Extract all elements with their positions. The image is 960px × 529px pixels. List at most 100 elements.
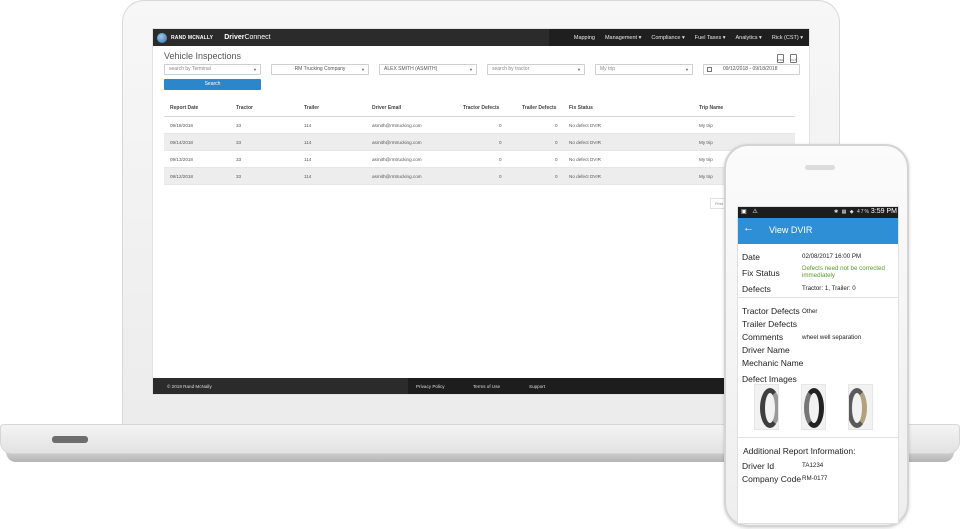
cell-fix-status: No defect DVIR (569, 157, 601, 162)
cell-trailer-defects: 0 (555, 157, 558, 162)
cell-trip-name: My trip (699, 123, 713, 128)
calendar-icon (707, 67, 712, 72)
cell-report-date: 09/14/2018 (170, 140, 193, 145)
app-title: View DVIR (769, 225, 813, 235)
phone-device: ▣ ⚠ ✱ ▦ ◆ 47% 3:59 PM ← View DVIR Date 0… (724, 144, 909, 527)
terms-of-use-link[interactable]: Terms of Use (473, 378, 500, 394)
table-row[interactable]: 09/13/2018 33 114 asmith@rmtrucking.com … (164, 151, 795, 168)
company-code-value: RM-0177 (802, 475, 828, 482)
search-button[interactable]: Search (164, 79, 261, 90)
product-name: DriverConnect (224, 34, 271, 41)
page-footer: © 2018 Rand McNally Privacy Policy Terms… (153, 378, 809, 394)
top-navbar: RAND MCNALLY DriverConnect Mapping Manag… (153, 29, 809, 46)
cell-tractor: 33 (236, 174, 242, 179)
defects-label: Defects (742, 284, 771, 294)
cell-fix-status: No defect DVIR (569, 123, 601, 128)
cell-driver-email: asmith@rmtrucking.com (372, 174, 422, 179)
comments-label: Comments (742, 332, 784, 342)
header-fix-status[interactable]: Fix Status (569, 99, 593, 117)
brand-logo[interactable]: RAND MCNALLY DriverConnect (157, 32, 271, 43)
date-label: Date (742, 252, 760, 262)
cell-driver-email: asmith@rmtrucking.com (372, 157, 422, 162)
privacy-policy-link[interactable]: Privacy Policy (416, 378, 445, 394)
cell-tractor: 33 (236, 157, 242, 162)
back-arrow-icon[interactable]: ← (743, 222, 754, 234)
cell-fix-status: No defect DVIR (569, 174, 601, 179)
tractor-defects-label: Tractor Defects (742, 306, 800, 316)
nav-management[interactable]: Management ▾ (605, 35, 641, 41)
globe-icon (157, 32, 167, 43)
signal-wifi-icons: ✱ ▦ ◆ 47% (834, 209, 870, 215)
fix-status-value: Defects need not be corrected immediatel… (802, 265, 885, 279)
chevron-down-icon: ▼ (685, 67, 689, 72)
trip-select[interactable]: My trip ▼ (595, 64, 693, 75)
company-select[interactable]: RM Trucking Company ▼ (271, 64, 369, 75)
cell-tractor-defects: 0 (499, 123, 502, 128)
nav-fuel-taxes[interactable]: Fuel Taxes ▾ (695, 35, 726, 41)
date-value: 02/08/2017 16:00 PM (802, 253, 862, 260)
excel-icon[interactable]: XLS (790, 54, 797, 63)
defect-image-thumbnail[interactable] (848, 384, 873, 430)
cell-trip-name: My trip (699, 174, 713, 179)
cell-report-date: 09/18/2018 (170, 123, 193, 128)
cell-trip-name: My trip (699, 157, 713, 162)
cell-trailer: 114 (304, 140, 312, 145)
nav-user-menu[interactable]: Rick (CST) ▾ (772, 35, 803, 41)
header-trailer-defects[interactable]: Trailer Defects (522, 99, 556, 117)
header-report-date[interactable]: Report Date (170, 99, 198, 117)
terminal-select[interactable]: search by Terminal ▼ (164, 64, 261, 75)
table-row[interactable]: 09/18/2018 33 114 asmith@rmtrucking.com … (164, 117, 795, 134)
phone-speaker (805, 165, 835, 170)
nav-analytics[interactable]: Analytics ▾ (736, 35, 762, 41)
support-link[interactable]: Support (529, 378, 545, 394)
tractor-defects-value: Other (802, 308, 818, 315)
driver-id-label: Driver Id (742, 461, 775, 471)
app-bar: ← View DVIR (738, 218, 898, 244)
defects-value: Tractor: 1, Trailer: 0 (802, 285, 856, 292)
cell-trailer-defects: 0 (555, 123, 558, 128)
cell-report-date: 09/12/2018 (170, 174, 193, 179)
cell-tractor-defects: 0 (499, 140, 502, 145)
cell-trailer: 114 (304, 123, 312, 128)
cell-driver-email: asmith@rmtrucking.com (372, 123, 422, 128)
pdf-icon[interactable]: PDF (777, 54, 784, 63)
driver-name-label: Driver Name (742, 345, 790, 355)
phone-status-bar: ▣ ⚠ ✱ ▦ ◆ 47% 3:59 PM (738, 207, 898, 218)
defect-images-label: Defect Images (742, 374, 797, 384)
laptop-screen: RAND MCNALLY DriverConnect Mapping Manag… (152, 28, 810, 395)
header-driver-email[interactable]: Driver Email (372, 99, 401, 117)
driver-select[interactable]: ALEX SMITH (ASMITH) ▼ (379, 64, 477, 75)
header-trailer[interactable]: Trailer (304, 99, 319, 117)
table-header: Report Date Tractor Trailer Driver Email… (164, 99, 795, 117)
comments-value: wheel well separation (802, 334, 862, 341)
chevron-down-icon: ▼ (253, 67, 257, 72)
defect-image-thumbnail[interactable] (754, 384, 779, 430)
divider (738, 437, 898, 438)
table-row[interactable]: 09/12/2018 33 114 asmith@rmtrucking.com … (164, 168, 795, 185)
chevron-down-icon: ▼ (469, 67, 473, 72)
phone-screen: ▣ ⚠ ✱ ▦ ◆ 47% 3:59 PM ← View DVIR Date 0… (737, 206, 899, 524)
header-tractor-defects[interactable]: Tractor Defects (463, 99, 499, 117)
defect-image-thumbnail[interactable] (801, 384, 826, 430)
table-row[interactable]: 09/14/2018 33 114 asmith@rmtrucking.com … (164, 134, 795, 151)
cell-tractor-defects: 0 (499, 174, 502, 179)
additional-info-heading: Additional Report Information: (743, 446, 856, 456)
nav-compliance[interactable]: Compliance ▾ (651, 35, 684, 41)
tractor-select[interactable]: search by tractor ▼ (487, 64, 585, 75)
chevron-down-icon: ▼ (577, 67, 581, 72)
divider (738, 297, 898, 298)
notification-icons: ▣ ⚠ (741, 209, 760, 215)
fix-status-label: Fix Status (742, 268, 780, 278)
company-code-label: Company Code (742, 474, 802, 484)
nav-menu: Mapping Management ▾ Compliance ▾ Fuel T… (574, 29, 803, 46)
driver-id-value: TA1234 (802, 462, 824, 469)
laptop-trackpad-notch (52, 436, 88, 443)
cell-driver-email: asmith@rmtrucking.com (372, 140, 422, 145)
header-tractor[interactable]: Tractor (236, 99, 253, 117)
nav-mapping[interactable]: Mapping (574, 35, 595, 41)
chevron-down-icon: ▼ (361, 67, 365, 72)
date-range-input[interactable]: 09/12/2018 - 09/18/2018 (703, 64, 800, 75)
cell-tractor: 33 (236, 140, 242, 145)
page-title: Vehicle Inspections (164, 51, 242, 61)
header-trip-name[interactable]: Trip Name (699, 99, 723, 117)
